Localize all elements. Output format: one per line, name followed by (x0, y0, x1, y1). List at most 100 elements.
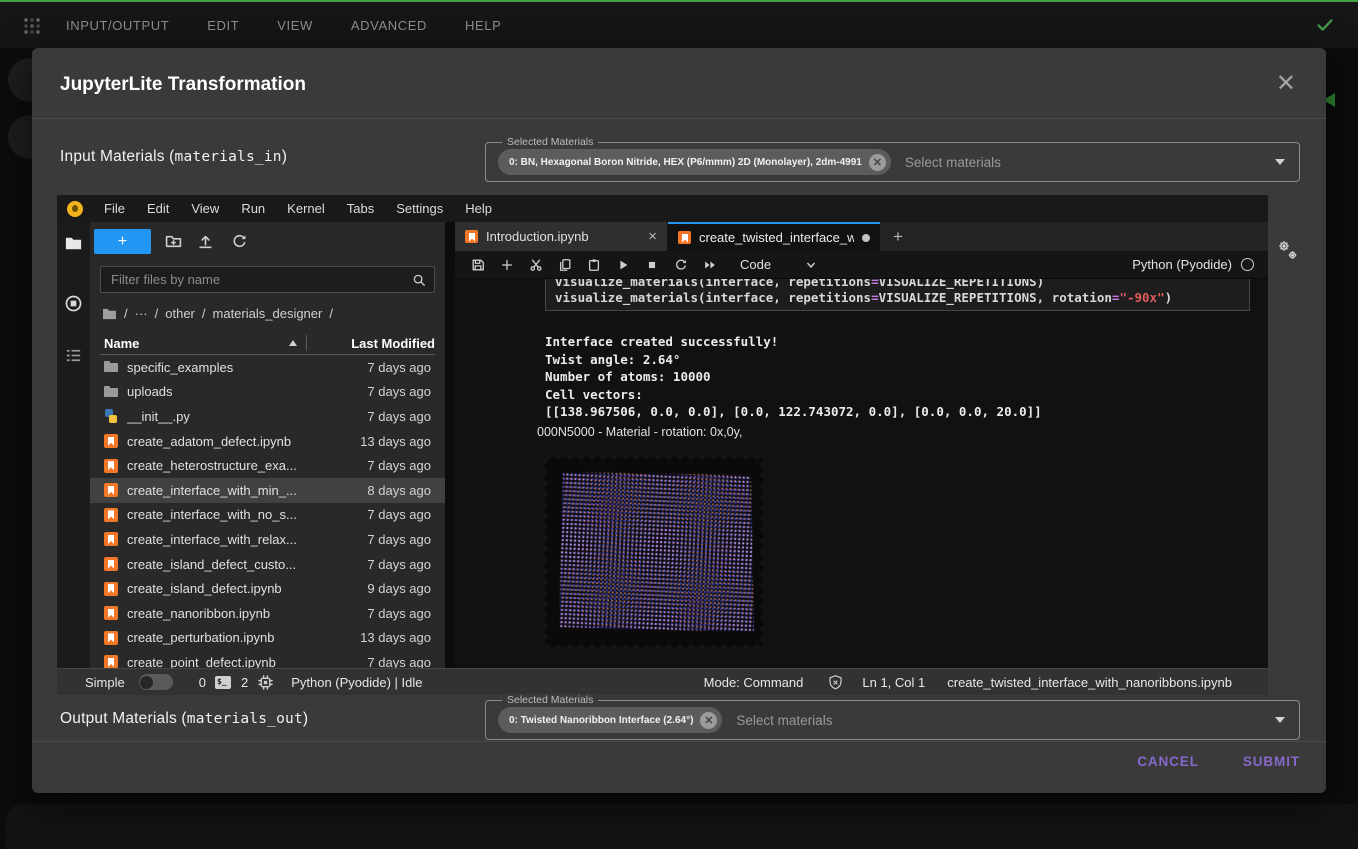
breadcrumb-item[interactable]: materials_designer (213, 306, 323, 321)
folder-file-icon (104, 385, 118, 399)
cancel-button[interactable]: CANCEL (1137, 754, 1199, 769)
python-file-icon (104, 409, 118, 423)
app-menu-advanced[interactable]: ADVANCED (351, 18, 427, 33)
app-menu-input-output[interactable]: INPUT/OUTPUT (66, 18, 169, 33)
file-row[interactable]: create_island_defect.ipynb9 days ago (90, 576, 445, 601)
jupyter-menu-settings[interactable]: Settings (385, 201, 454, 216)
file-name: create_nanoribbon.ipynb (127, 606, 270, 621)
terminal-icon (215, 676, 231, 689)
jupyterlite-transformation-dialog: JupyterLite Transformation ✕ Input Mater… (32, 48, 1326, 793)
file-row[interactable]: create_nanoribbon.ipynb7 days ago (90, 601, 445, 626)
dialog-title: JupyterLite Transformation (60, 74, 306, 96)
new-tab-button[interactable]: + (880, 222, 916, 251)
chevron-down-icon[interactable] (805, 259, 817, 271)
material-chip[interactable]: 0: Twisted Nanoribbon Interface (2.64°) … (498, 707, 722, 733)
filter-files-input[interactable]: Filter files by name (100, 266, 435, 293)
terminal-count[interactable]: 0 (199, 675, 206, 690)
kernel-picker[interactable]: Python (Pyodide) (1132, 257, 1260, 272)
dropdown-arrow-icon[interactable] (1275, 717, 1285, 723)
notebook-file-icon (104, 483, 118, 497)
submit-button[interactable]: SUBMIT (1243, 754, 1300, 769)
app-menu-help[interactable]: HELP (465, 18, 501, 33)
restart-kernel-button[interactable] (666, 253, 695, 277)
file-modified: 9 days ago (367, 581, 431, 596)
restart-run-all-button[interactable] (695, 253, 724, 277)
file-name: create_interface_with_min_... (127, 483, 297, 498)
running-sessions-tab-icon[interactable] (64, 294, 83, 313)
jupyter-menu-edit[interactable]: Edit (136, 201, 180, 216)
copy-cells-button[interactable] (550, 253, 579, 277)
cell-type-select[interactable]: Code (740, 257, 771, 272)
add-cell-button[interactable] (492, 253, 521, 277)
file-row[interactable]: create_perturbation.ipynb13 days ago (90, 626, 445, 651)
new-launcher-button[interactable]: + (94, 229, 151, 254)
file-list-header[interactable]: Name Last Modified (100, 332, 435, 355)
close-icon[interactable]: ✕ (1276, 72, 1296, 96)
home-folder-icon[interactable] (102, 307, 117, 320)
input-materials-label: Input Materials (materials_in) (60, 148, 287, 166)
run-cell-button[interactable] (608, 253, 637, 277)
breadcrumb-item[interactable]: other (165, 306, 195, 321)
trust-shield-icon[interactable] (827, 674, 844, 691)
file-row[interactable]: create_heterostructure_exa...7 days ago (90, 453, 445, 478)
breadcrumb-item[interactable]: ··· (135, 306, 148, 321)
column-last-modified[interactable]: Last Modified (307, 336, 435, 351)
code-cell[interactable]: visualize_materials(interface, repetitio… (545, 279, 1250, 311)
file-row[interactable]: create_island_defect_custo...7 days ago (90, 552, 445, 577)
upload-icon[interactable] (197, 233, 214, 250)
new-folder-icon[interactable] (165, 233, 182, 250)
panel-resizer[interactable] (445, 222, 455, 668)
jupyter-menu-kernel[interactable]: Kernel (276, 201, 336, 216)
tab-introduction[interactable]: Introduction.ipynb × (455, 222, 668, 251)
editor-mode[interactable]: Mode: Command (704, 675, 804, 690)
tab-close-icon[interactable]: × (648, 228, 657, 245)
notebook-content[interactable]: visualize_materials(interface, repetitio… (455, 279, 1268, 668)
jupyter-menu-tabs[interactable]: Tabs (336, 201, 385, 216)
file-browser-tab-icon[interactable] (64, 234, 83, 253)
dropdown-arrow-icon[interactable] (1275, 159, 1285, 165)
kernel-count[interactable]: 2 (241, 675, 248, 690)
file-row[interactable]: create_point_defect.ipynb 7 days ago (90, 650, 445, 668)
kernel-status[interactable]: Python (Pyodide) | Idle (291, 675, 422, 690)
jupyter-menu-run[interactable]: Run (230, 201, 276, 216)
file-modified: 13 days ago (360, 630, 431, 645)
material-chip[interactable]: 0: BN, Hexagonal Boron Nitride, HEX (P6/… (498, 149, 891, 175)
check-icon[interactable] (1314, 14, 1336, 36)
notebook-file-icon (104, 434, 118, 448)
file-row[interactable]: create_adatom_defect.ipynb13 days ago (90, 429, 445, 454)
refresh-icon[interactable] (231, 233, 248, 250)
simple-mode-toggle[interactable] (139, 674, 173, 690)
select-materials-placeholder[interactable]: Select materials (905, 155, 1001, 170)
jupyter-menu-help[interactable]: Help (454, 201, 503, 216)
input-materials-select[interactable]: Selected Materials 0: BN, Hexagonal Boro… (485, 142, 1300, 182)
chip-remove-icon[interactable]: ✕ (700, 712, 717, 729)
interrupt-kernel-button[interactable] (637, 253, 666, 277)
tab-create-twisted-interface[interactable]: create_twisted_interface_w (668, 222, 880, 251)
file-row[interactable]: create_interface_with_min_...8 days ago (90, 478, 445, 503)
jupyter-menu-file[interactable]: File (93, 201, 136, 216)
file-row[interactable]: create_interface_with_no_s...7 days ago (90, 503, 445, 528)
apps-grid-icon[interactable] (22, 16, 42, 36)
app-menu-view[interactable]: VIEW (277, 18, 313, 33)
file-row[interactable]: specific_examples7 days ago (90, 355, 445, 380)
app-menu-edit[interactable]: EDIT (207, 18, 239, 33)
settings-gears-icon[interactable] (1275, 238, 1301, 264)
select-materials-placeholder[interactable]: Select materials (736, 713, 832, 728)
output-materials-select[interactable]: Selected Materials 0: Twisted Nanoribbon… (485, 700, 1300, 740)
cursor-position[interactable]: Ln 1, Col 1 (862, 675, 925, 690)
file-row[interactable]: uploads7 days ago (90, 380, 445, 405)
column-name[interactable]: Name (104, 336, 139, 351)
table-of-contents-tab-icon[interactable] (64, 346, 83, 365)
paste-cells-button[interactable] (579, 253, 608, 277)
notebook-file-icon (104, 459, 118, 473)
cut-cells-button[interactable] (521, 253, 550, 277)
file-row[interactable]: create_interface_with_relax...7 days ago (90, 527, 445, 552)
file-modified: 7 days ago (367, 655, 431, 668)
jupyter-menu-view[interactable]: View (180, 201, 230, 216)
notebook-file-icon (465, 230, 478, 243)
chip-remove-icon[interactable]: ✕ (869, 154, 886, 171)
file-modified: 7 days ago (367, 532, 431, 547)
file-name: create_point_defect.ipynb (127, 655, 276, 668)
file-row[interactable]: __init__.py7 days ago (90, 404, 445, 429)
save-button[interactable] (463, 253, 492, 277)
